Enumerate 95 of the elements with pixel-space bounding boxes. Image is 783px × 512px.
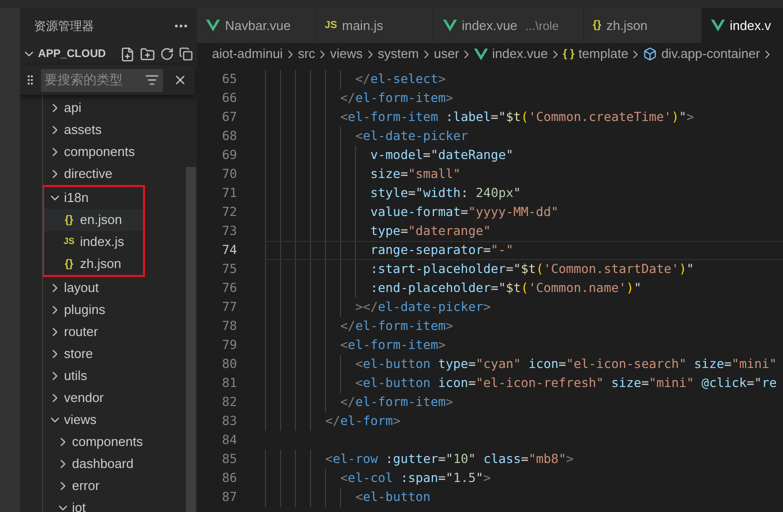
tree-item[interactable]: router xyxy=(20,321,197,343)
tree-item[interactable]: i18n xyxy=(44,187,143,209)
line-number: 77 xyxy=(220,298,237,316)
tree-item[interactable]: components xyxy=(20,141,197,163)
breadcrumb-item[interactable]: system xyxy=(378,44,419,64)
search-field[interactable]: 要搜索的类型 xyxy=(40,68,163,92)
code-line: <el-button icon="el-icon-refresh" size="mini" @click="re xyxy=(354,374,777,392)
braces-icon: { } xyxy=(562,46,574,62)
line-number: 82 xyxy=(220,393,237,412)
tree-item[interactable]: layout xyxy=(20,277,197,299)
line-number: 86 xyxy=(220,469,237,488)
tree-item[interactable]: error xyxy=(20,475,197,497)
code-line: <el-form-item :label="$t('Common.createTime')"> xyxy=(339,108,694,126)
line-number: 76 xyxy=(220,279,237,298)
tab-description: ...\role xyxy=(525,18,559,34)
line-number: 66 xyxy=(220,89,237,108)
new-file-icon[interactable] xyxy=(120,46,135,62)
editor-tab[interactable]: index.v xyxy=(702,8,783,43)
code-line: </el-form-item> xyxy=(339,393,454,412)
refresh-icon[interactable] xyxy=(160,47,174,61)
tree-item[interactable]: store xyxy=(20,343,197,365)
line-number: 70 xyxy=(220,165,237,184)
breadcrumb-item[interactable]: user xyxy=(434,44,460,64)
code-line: value-format="yyyy-MM-dd" xyxy=(369,203,559,222)
tree-item[interactable]: dashboard xyxy=(20,453,197,475)
tree-item[interactable]: vendor xyxy=(20,387,197,409)
line-number: 78 xyxy=(220,317,237,336)
code-line: <el-row :gutter="10" class="mb8"> xyxy=(324,450,574,468)
new-folder-icon[interactable] xyxy=(140,46,155,62)
code-line: <el-form-item> xyxy=(339,336,446,354)
tree-item[interactable]: plugins xyxy=(20,299,197,321)
code-line: </el-select> xyxy=(354,70,446,88)
editor-tab[interactable]: index.vue ...\role xyxy=(434,8,584,43)
code-line: </el-form-item> xyxy=(339,317,454,336)
code-line: <el-button xyxy=(354,488,431,506)
vue-icon xyxy=(710,19,725,32)
code-line: :end-placeholder="$t('Common.name')" xyxy=(369,279,642,298)
js-icon: JS xyxy=(63,235,74,249)
code-line: ></el-date-picker> xyxy=(354,298,491,316)
tree-item[interactable]: assets xyxy=(20,119,197,141)
code-line: v-model="dateRange" xyxy=(369,146,514,164)
line-number: 68 xyxy=(220,127,237,146)
code-line: type="daterange" xyxy=(369,222,491,240)
breadcrumb-item[interactable]: div.app-container xyxy=(643,44,760,64)
breadcrumb-item[interactable]: aiot-adminui xyxy=(212,44,283,64)
code-line: size="small" xyxy=(369,165,461,184)
vue-icon xyxy=(442,19,457,32)
breadcrumb-item[interactable]: { } template xyxy=(562,44,628,64)
js-icon: JS xyxy=(324,18,337,33)
tree-item[interactable]: api xyxy=(20,97,197,119)
editor-tab[interactable]: JS main.js xyxy=(316,8,434,43)
line-number: 84 xyxy=(220,431,237,450)
line-number: 69 xyxy=(220,146,237,164)
editor-tab[interactable]: {} zh.json xyxy=(584,8,702,43)
line-number: 85 xyxy=(220,450,237,468)
code-line: style="width: 240px" xyxy=(369,184,521,202)
breadcrumb-item[interactable]: views xyxy=(330,44,363,64)
code-line: <el-col :span="1.5"> xyxy=(339,469,491,488)
line-number: 71 xyxy=(220,184,237,202)
cube-icon xyxy=(643,47,658,61)
code-line: </el-form> xyxy=(324,412,400,430)
line-number: 87 xyxy=(220,488,237,506)
line-number: 73 xyxy=(220,222,237,240)
code-line: :start-placeholder="$t('Common.startDate')" xyxy=(369,260,694,278)
tree-item[interactable]: utils xyxy=(20,365,197,387)
filter-icon[interactable] xyxy=(144,73,159,87)
tree-item[interactable]: {} en.json xyxy=(44,209,143,231)
line-number: 79 xyxy=(220,336,237,354)
braces-icon: {} xyxy=(64,212,74,228)
tree-item[interactable]: directive xyxy=(20,163,197,185)
code-line: range-separator="-" xyxy=(369,241,514,260)
line-number: 80 xyxy=(220,355,237,374)
tree-item[interactable]: views xyxy=(20,409,197,431)
code-line: <el-date-picker xyxy=(354,127,468,146)
vue-icon xyxy=(474,48,488,60)
code-line: </el-form-item> xyxy=(339,89,454,108)
section-header[interactable]: APP_CLOUD xyxy=(20,43,197,65)
braces-icon: {} xyxy=(592,17,602,34)
sidebar-title: 资源管理器 xyxy=(34,18,94,34)
line-number: 67 xyxy=(220,108,237,126)
code-line: <el-button type="cyan" icon="el-icon-search" size="mini" xyxy=(354,355,777,374)
vue-icon xyxy=(206,19,220,32)
line-number: 75 xyxy=(220,260,237,278)
line-number: 83 xyxy=(220,412,237,430)
braces-icon: {} xyxy=(64,256,74,272)
line-number: 74 xyxy=(220,241,237,260)
tree-item[interactable]: JS index.js xyxy=(44,231,143,253)
breadcrumb-item[interactable]: index.vue xyxy=(474,44,548,64)
tree-item[interactable]: {} zh.json xyxy=(44,253,143,275)
line-number: 81 xyxy=(220,374,237,392)
tree-item[interactable]: components xyxy=(20,431,197,453)
line-number: 65 xyxy=(220,70,237,88)
line-number: 72 xyxy=(220,203,237,222)
editor-tab[interactable]: Navbar.vue xyxy=(197,8,316,43)
breadcrumb-item[interactable]: src xyxy=(298,44,316,64)
